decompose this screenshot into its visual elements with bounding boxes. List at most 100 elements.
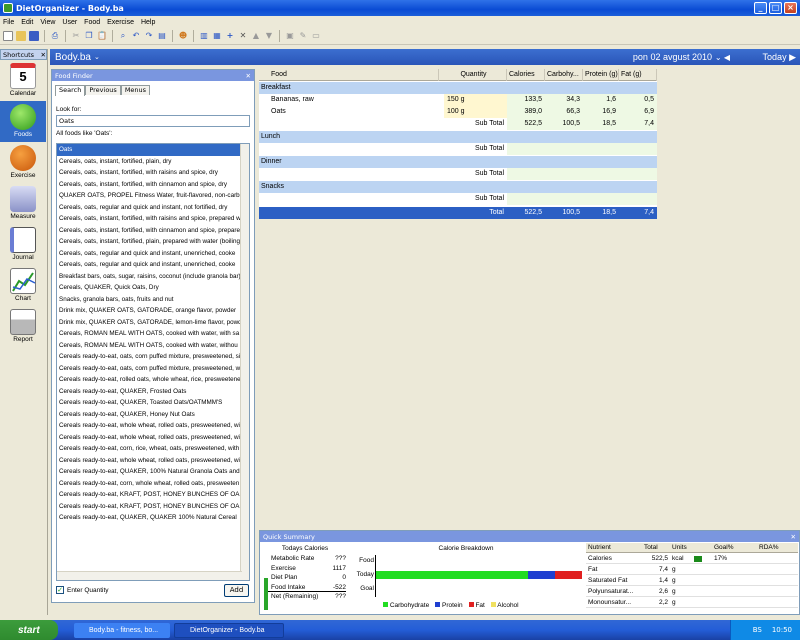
list-item[interactable]: QUAKER OATS, PROPEL Fitness Water, fruit… <box>57 190 249 202</box>
list-item[interactable]: Drink mix, QUAKER OATS, GATORADE, lemon-… <box>57 317 249 329</box>
table-row[interactable]: Fat 7,4 g <box>586 565 798 575</box>
list-item[interactable]: Cereals ready-to-eat, KRAFT, POST, HONEY… <box>57 501 249 513</box>
list-item[interactable]: Cereals ready-to-eat, corn, rice, wheat,… <box>57 443 249 455</box>
language-indicator[interactable]: BS <box>753 626 762 634</box>
shortcut-report[interactable]: Report <box>0 306 46 347</box>
save-icon[interactable] <box>29 31 39 41</box>
copy-icon[interactable]: ❐ <box>84 31 94 41</box>
list-item[interactable]: Cereals, QUAKER, Quick Oats, Dry <box>57 282 249 294</box>
shortcut-journal[interactable]: Journal <box>0 224 46 265</box>
col-rda[interactable]: RDA% <box>759 543 779 553</box>
col-food[interactable]: Food <box>259 69 439 81</box>
list-item[interactable]: Cereals, ROMAN MEAL WITH OATS, cooked wi… <box>57 328 249 340</box>
list-item[interactable]: Cereals, oats, instant, fortified, with … <box>57 225 249 237</box>
list-item[interactable]: Cereals, oats, regular and quick and ins… <box>57 248 249 260</box>
move-up-icon[interactable]: ▲ <box>251 31 261 41</box>
current-date[interactable]: pon 02 avgust 2010 <box>633 52 712 62</box>
menu-user[interactable]: User <box>62 19 77 26</box>
layout-icon[interactable]: ▥ <box>199 31 209 41</box>
list-item[interactable]: Cereals, oats, instant, fortified, with … <box>57 167 249 179</box>
new-icon[interactable] <box>3 31 13 41</box>
table-row[interactable]: Oats 100 g 389,0 66,3 16,9 6,9 <box>259 106 657 118</box>
move-down-icon[interactable]: ▼ <box>264 31 274 41</box>
list-item[interactable]: Drink mix, QUAKER OATS, GATORADE, orange… <box>57 305 249 317</box>
meal-lunch[interactable]: Lunch <box>259 131 657 143</box>
col-nutrient[interactable]: Nutrient <box>588 543 611 553</box>
list-item[interactable]: Cereals ready-to-eat, QUAKER, 100% Natur… <box>57 466 249 478</box>
minimize-button[interactable]: _ <box>754 2 767 14</box>
col-fat[interactable]: Fat (g) <box>619 69 657 81</box>
menu-help[interactable]: Help <box>141 19 155 26</box>
food-results-list[interactable]: Oats Cereals, oats, instant, fortified, p… <box>56 143 250 581</box>
list-item[interactable]: Cereals ready-to-eat, whole wheat, rolle… <box>57 432 249 444</box>
tab-previous[interactable]: Previous <box>85 85 121 95</box>
add-button[interactable]: Add <box>224 584 249 597</box>
open-icon[interactable] <box>16 31 26 41</box>
search-input[interactable]: Oats <box>56 115 250 127</box>
close-icon[interactable]: ✕ <box>791 533 796 541</box>
shortcut-exercise[interactable]: Exercise <box>0 142 46 183</box>
shortcut-measure[interactable]: Measure <box>0 183 46 224</box>
meal-dinner[interactable]: Dinner <box>259 156 657 168</box>
col-units[interactable]: Units <box>672 543 687 553</box>
maximize-button[interactable]: □ <box>769 2 782 14</box>
col-total[interactable]: Total <box>644 543 658 553</box>
list-item[interactable]: Cereals ready-to-eat, QUAKER, QUAKER 100… <box>57 512 249 524</box>
enter-quantity-option[interactable]: ✓ Enter Quantity <box>56 586 109 594</box>
list-item[interactable]: Breakfast bars, oats, sugar, raisins, co… <box>57 271 249 283</box>
col-protein[interactable]: Protein (g) <box>583 69 619 81</box>
list-item[interactable]: Cereals, oats, instant, fortified, plain… <box>57 156 249 168</box>
list-item[interactable]: Cereals ready-to-eat, QUAKER, Toasted Oa… <box>57 397 249 409</box>
menu-exercise[interactable]: Exercise <box>107 19 134 26</box>
date-dropdown-icon[interactable]: ⌄ ◀ <box>715 53 730 62</box>
user-icon[interactable]: ☻ <box>178 31 188 41</box>
note-icon[interactable]: ▭ <box>311 31 321 41</box>
table-row[interactable]: Monounsatur... 2,2 g <box>586 598 798 608</box>
list-item[interactable]: Cereals ready-to-eat, oats, corn puffed … <box>57 363 249 375</box>
list-item[interactable]: Cereals ready-to-eat, rolled oats, whole… <box>57 374 249 386</box>
menu-food[interactable]: Food <box>84 19 100 26</box>
enter-quantity-checkbox[interactable]: ✓ <box>56 586 64 594</box>
today-button[interactable]: Today ▶ <box>763 52 796 63</box>
list-item[interactable]: Cereals, oats, instant, fortified, plain… <box>57 236 249 248</box>
print-icon[interactable]: ⎙ <box>50 31 60 41</box>
edit-icon[interactable]: ✎ <box>298 31 308 41</box>
list-item[interactable]: Cereals ready-to-eat, oats, corn puffed … <box>57 351 249 363</box>
vertical-scrollbar[interactable] <box>240 144 249 580</box>
properties-icon[interactable]: ▣ <box>285 31 295 41</box>
tab-menus[interactable]: Menus <box>120 85 151 95</box>
close-icon[interactable]: ✕ <box>41 51 46 59</box>
document-name[interactable]: Body.ba <box>55 52 91 63</box>
list-item[interactable]: Cereals ready-to-eat, KRAFT, POST, HONEY… <box>57 489 249 501</box>
list-item[interactable]: Oats <box>57 144 249 156</box>
paste-icon[interactable]: 📋 <box>97 31 107 41</box>
meal-snacks[interactable]: Snacks <box>259 181 657 193</box>
food-quantity[interactable]: 150 g <box>444 94 507 106</box>
col-quantity[interactable]: Quantity <box>439 69 507 81</box>
taskbar-item-dietorganizer[interactable]: DietOrganizer - Body.ba <box>174 623 284 638</box>
close-button[interactable]: × <box>784 2 797 14</box>
list-item[interactable]: Cereals ready-to-eat, whole wheat, rolle… <box>57 455 249 467</box>
list-item[interactable]: Cereals, oats, regular and quick and ins… <box>57 259 249 271</box>
table-row[interactable]: Saturated Fat 1,4 g <box>586 576 798 586</box>
list-item[interactable]: Cereals, oats, regular and quick and ins… <box>57 202 249 214</box>
tab-search[interactable]: Search <box>55 85 86 96</box>
split-icon[interactable]: ▦ <box>212 31 222 41</box>
horizontal-scrollbar[interactable] <box>57 571 242 580</box>
table-row[interactable]: Bananas, raw 150 g 133,5 34,3 1,6 0,5 <box>259 94 657 106</box>
food-quantity[interactable]: 100 g <box>444 106 507 118</box>
list-item[interactable]: Cereals, oats, instant, fortified, with … <box>57 179 249 191</box>
list-item[interactable]: Snacks, granola bars, oats, fruits and n… <box>57 294 249 306</box>
col-calories[interactable]: Calories <box>507 69 545 81</box>
delete-icon[interactable]: ✕ <box>238 31 248 41</box>
table-row[interactable]: Polyunsaturat... 2,6 g <box>586 587 798 597</box>
shortcut-chart[interactable]: Chart <box>0 265 46 306</box>
calc-icon[interactable]: ▤ <box>157 31 167 41</box>
menu-file[interactable]: File <box>3 19 14 26</box>
find-icon[interactable]: ⌕ <box>118 31 128 41</box>
list-item[interactable]: Cereals, oats, instant, fortified, with … <box>57 213 249 225</box>
list-item[interactable]: Cereals ready-to-eat, whole wheat, rolle… <box>57 420 249 432</box>
add-icon[interactable]: + <box>225 31 235 41</box>
undo-icon[interactable]: ↶ <box>131 31 141 41</box>
menu-edit[interactable]: Edit <box>21 19 33 26</box>
